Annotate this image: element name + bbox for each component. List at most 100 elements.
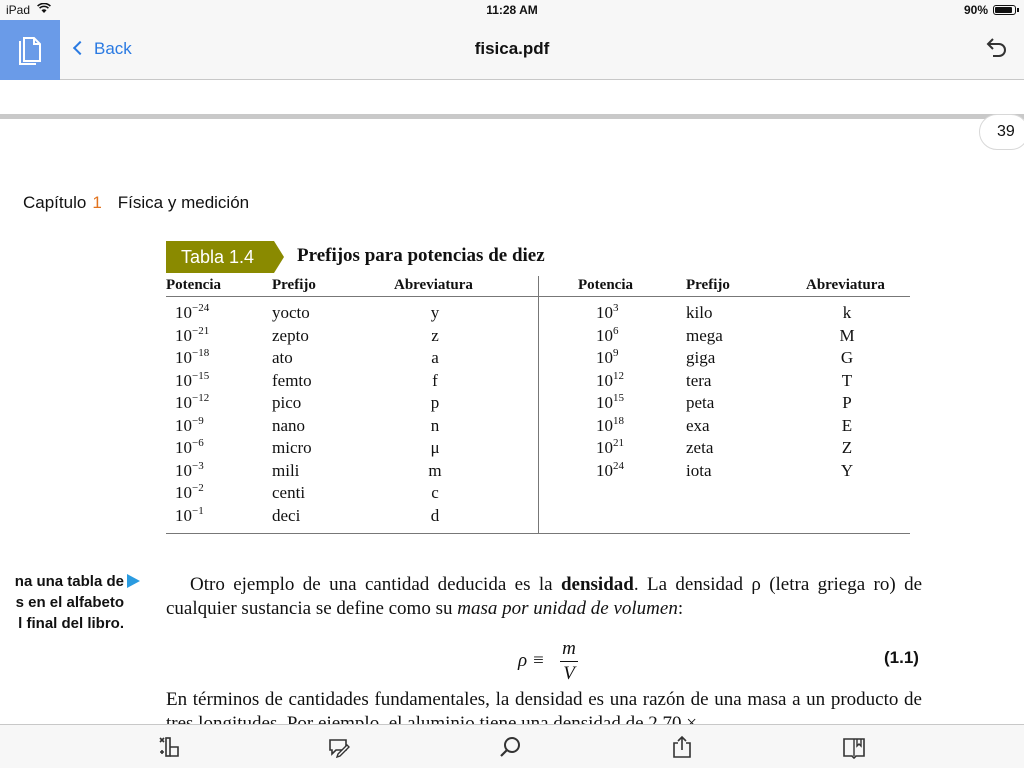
- chapter-label: Capítulo: [23, 193, 87, 212]
- body-paragraph-density: Otro ejemplo de una cantidad deducida es…: [166, 573, 922, 621]
- abbreviation-cell: c: [431, 483, 439, 502]
- power-exponent: −2: [192, 482, 204, 494]
- power-exponent: −3: [192, 459, 204, 472]
- equation-lhs: ρ ≡: [518, 650, 545, 671]
- navigation-bar: Back fisica.pdf: [0, 20, 1024, 80]
- abbreviation-cell: T: [841, 370, 853, 390]
- power-exponent: 15: [613, 392, 624, 404]
- power-exponent: 21: [613, 437, 624, 449]
- header-potencia-right: Potencia: [578, 277, 633, 293]
- abbreviation-cell: μ: [430, 438, 440, 457]
- power-base: 10: [175, 393, 192, 412]
- power-base: 10: [175, 303, 192, 322]
- back-button[interactable]: Back: [72, 39, 132, 59]
- paragraph-text: :: [677, 598, 684, 619]
- power-exponent: −18: [192, 347, 210, 359]
- paragraph-text: Otro ejemplo de una cantidad deducida es…: [190, 574, 561, 595]
- play-arrow-icon[interactable]: [127, 574, 140, 588]
- power-exponent: −6: [192, 437, 204, 449]
- header-prefijo-left: Prefijo: [272, 277, 316, 293]
- power-base: 10: [596, 325, 613, 345]
- margin-note-line: na una tabla de: [14, 573, 124, 590]
- column-abreviatura-left: yzafpnμmcd: [365, 302, 505, 527]
- power-base: 10: [596, 415, 613, 435]
- power-exponent: 9: [613, 347, 619, 359]
- header-abreviatura-left: Abreviatura: [394, 277, 473, 293]
- power-base: 10: [596, 370, 613, 390]
- chapter-title: Física y medición: [117, 193, 250, 212]
- abbreviation-cell: n: [430, 415, 440, 435]
- abbreviation-cell: a: [431, 348, 439, 367]
- term-densidad: densidad: [560, 574, 634, 595]
- power-base: 10: [175, 505, 192, 525]
- table-column-divider: [538, 276, 539, 533]
- status-bar: iPad 11:28 AM 90%: [0, 0, 1024, 20]
- power-exponent: −9: [192, 414, 204, 427]
- annotate-icon[interactable]: [327, 735, 351, 759]
- fraction-numerator: m: [562, 638, 576, 659]
- abbreviation-cell: p: [430, 393, 440, 412]
- power-exponent: 24: [613, 459, 624, 472]
- share-icon[interactable]: [670, 735, 694, 759]
- power-exponent: 3: [613, 302, 619, 314]
- back-label: Back: [94, 39, 132, 58]
- search-icon[interactable]: [499, 735, 523, 759]
- abbreviation-cell: f: [432, 370, 438, 390]
- chapter-number: 1: [92, 193, 102, 212]
- bookmarks-icon[interactable]: [842, 735, 866, 759]
- margin-note-line: s en el alfabeto: [15, 594, 124, 611]
- column-abreviatura-right: kMGTPEZY: [777, 302, 917, 482]
- page-number-badge[interactable]: 39: [979, 114, 1024, 150]
- battery-percent: 90%: [964, 3, 989, 17]
- power-base: 10: [596, 393, 613, 412]
- table-tag: Tabla 1.4: [166, 241, 284, 273]
- abbreviation-cell: d: [430, 505, 440, 525]
- fraction-bar: [560, 661, 578, 662]
- power-base: 10: [175, 348, 192, 367]
- abbreviation-cell: G: [840, 348, 854, 367]
- battery-icon: [993, 5, 1019, 15]
- equation-fraction: m V: [560, 638, 578, 685]
- abbreviation-cell: z: [431, 325, 439, 345]
- power-exponent: −21: [192, 324, 210, 337]
- undo-icon[interactable]: [982, 37, 1008, 63]
- power-exponent: −24: [192, 302, 210, 314]
- page-divider: [0, 114, 1024, 119]
- fraction-denominator: V: [563, 663, 575, 684]
- document-icon: [19, 37, 41, 65]
- chapter-header: Capítulo 1 Física y medición: [23, 193, 249, 213]
- table-caption: Prefijos para potencias de diez: [297, 245, 545, 266]
- abbreviation-cell: P: [842, 393, 852, 412]
- power-base: 10: [175, 415, 192, 435]
- thumbnails-icon[interactable]: [157, 735, 181, 759]
- abbreviation-cell: k: [842, 303, 852, 322]
- header-prefijo-right: Prefijo: [686, 277, 730, 293]
- power-base: 10: [596, 303, 613, 322]
- abbreviation-cell: E: [841, 415, 853, 435]
- table-bottom-rule: [166, 533, 910, 534]
- power-exponent: −1: [192, 504, 204, 517]
- header-abreviatura-right: Abreviatura: [806, 277, 885, 293]
- bottom-toolbar: [0, 724, 1024, 768]
- power-exponent: −15: [192, 369, 210, 382]
- clock: 11:28 AM: [486, 3, 538, 17]
- document-button[interactable]: [0, 20, 60, 80]
- equation-number: (1.1): [884, 648, 919, 667]
- abbreviation-cell: Y: [840, 460, 854, 480]
- power-base: 10: [175, 460, 192, 480]
- document-title: fisica.pdf: [474, 39, 550, 58]
- power-base: 10: [596, 348, 613, 367]
- power-base: 10: [175, 325, 192, 345]
- power-exponent: 6: [613, 324, 619, 337]
- page-gap: [0, 81, 1024, 114]
- power-base: 10: [596, 460, 613, 480]
- power-exponent: 18: [613, 414, 624, 427]
- abbreviation-cell: y: [430, 303, 440, 322]
- power-exponent: −12: [192, 392, 210, 404]
- abbreviation-cell: Z: [841, 438, 853, 457]
- power-base: 10: [175, 370, 192, 390]
- abbreviation-cell: M: [839, 325, 855, 345]
- chevron-left-icon: [72, 40, 88, 56]
- power-base: 10: [175, 438, 192, 457]
- body-paragraph-fundamental: En términos de cantidades fundamentales,…: [166, 689, 922, 724]
